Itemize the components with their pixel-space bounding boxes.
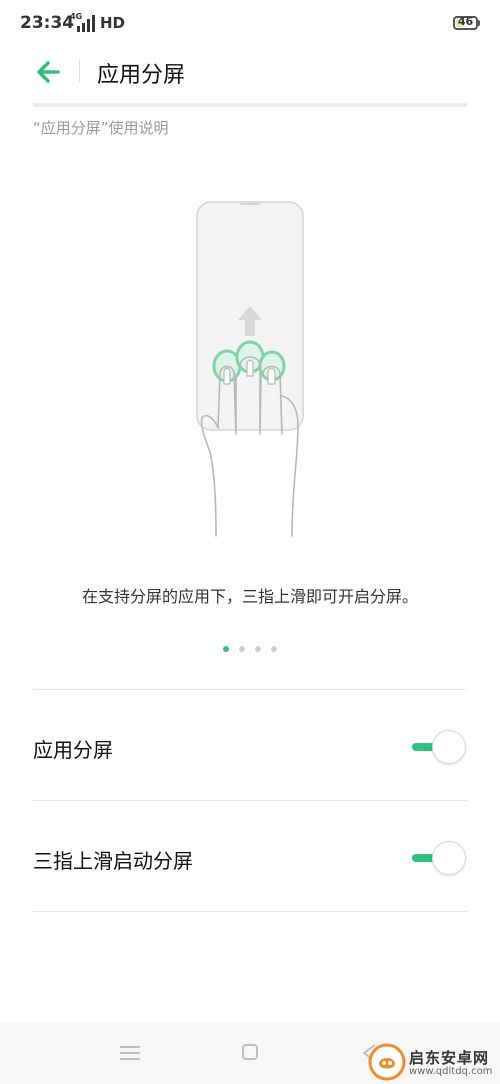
app-split-screen-toggle[interactable] — [410, 730, 468, 764]
page-dot — [223, 646, 229, 652]
status-bar: 23:34 4G HD 46 — [0, 0, 500, 48]
tutorial-caption: 在支持分屏的应用下，三指上滑即可开启分屏。 — [81, 587, 418, 606]
toggle-knob — [432, 841, 466, 875]
page-dot — [271, 646, 277, 652]
section-label: “应用分屏”使用说明 — [33, 119, 169, 137]
divider — [33, 911, 467, 912]
setting-row-app-split-screen[interactable]: 应用分屏 — [0, 690, 500, 800]
setting-label: 三指上滑启动分屏 — [33, 849, 193, 873]
signal-icon — [77, 15, 95, 32]
back-button[interactable] — [30, 54, 70, 90]
battery-tip — [477, 20, 480, 26]
menu-button[interactable] — [115, 1040, 145, 1066]
status-time: 23:34 — [20, 13, 75, 33]
back-arrow-icon — [37, 61, 60, 83]
setting-row-three-finger-swipe[interactable]: 三指上滑启动分屏 — [0, 801, 500, 911]
watermark-logo-icon — [368, 1043, 406, 1081]
toggle-knob — [432, 730, 466, 764]
page-dot — [255, 646, 261, 652]
page-dot — [239, 646, 245, 652]
header-separator — [79, 60, 80, 82]
page-indicator — [0, 646, 500, 654]
three-finger-swipe-illustration — [196, 201, 304, 537]
header-divider — [33, 103, 467, 107]
watermark-title: 启东安卓网 — [409, 1049, 490, 1067]
network-hd-label: HD — [100, 14, 126, 32]
watermark: 启东安卓网 www.qdltdq.com — [365, 1030, 500, 1084]
watermark-url: www.qdltdq.com — [409, 1066, 493, 1077]
home-square-icon — [242, 1044, 258, 1060]
setting-label: 应用分屏 — [33, 738, 113, 762]
three-finger-swipe-toggle[interactable] — [410, 841, 468, 875]
page-title: 应用分屏 — [97, 63, 186, 88]
battery-icon: 46 — [453, 15, 478, 30]
menu-icon — [120, 1046, 140, 1060]
battery-level: 46 — [457, 15, 474, 28]
home-button[interactable] — [235, 1040, 265, 1066]
